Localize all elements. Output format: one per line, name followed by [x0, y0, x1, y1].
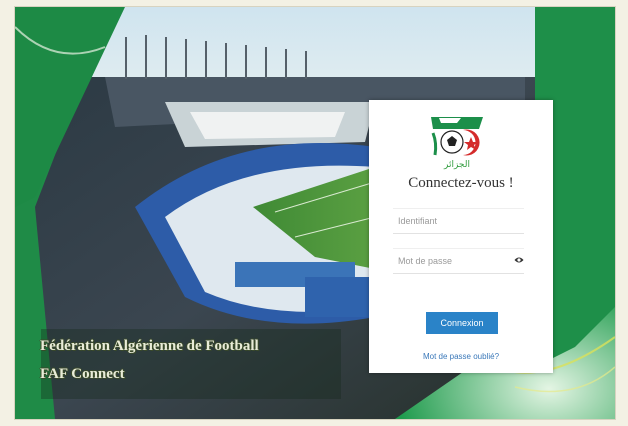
username-input[interactable]: [393, 208, 524, 234]
login-heading: Connectez-vous !: [408, 175, 514, 191]
forgot-password-link[interactable]: Mot de passe oublié?: [369, 352, 553, 361]
faf-connect-subtitle: FAF Connect: [40, 366, 125, 382]
federation-title: Fédération Algérienne de Football: [40, 338, 259, 354]
login-panel: الجزائر Connectez-vous ! Connexion Mot d…: [369, 100, 553, 373]
eye-icon[interactable]: [514, 256, 524, 264]
logo-arabic-text: الجزائر: [443, 160, 470, 170]
faf-logo: الجزائر: [431, 117, 483, 170]
connexion-button[interactable]: Connexion: [426, 312, 498, 334]
password-input[interactable]: [393, 248, 524, 274]
